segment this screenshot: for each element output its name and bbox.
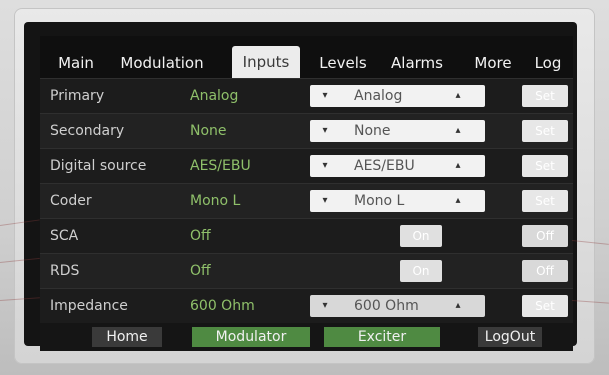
- row-current-value: 600 Ohm: [190, 298, 255, 314]
- sca-off-button[interactable]: Off: [522, 225, 568, 247]
- row-label: Digital source: [50, 158, 147, 174]
- set-button[interactable]: Set: [522, 120, 568, 142]
- row-label: Impedance: [50, 298, 128, 314]
- coder-select[interactable]: ▾ Mono L ▴: [310, 190, 485, 212]
- modulator-button[interactable]: Modulator: [192, 327, 310, 347]
- row-label: Secondary: [50, 123, 125, 139]
- row-current-value: AES/EBU: [190, 158, 251, 174]
- chevron-up-icon[interactable]: ▴: [449, 120, 467, 142]
- logout-button[interactable]: LogOut: [478, 327, 542, 347]
- sca-on-button[interactable]: On: [400, 225, 442, 247]
- secondary-select[interactable]: ▾ None ▴: [310, 120, 485, 142]
- tab-bar: Main Modulation Inputs Levels Alarms Mor…: [40, 36, 573, 78]
- table-row: Primary Analog ▾ Analog ▴ Set: [40, 78, 573, 113]
- primary-select[interactable]: ▾ Analog ▴: [310, 85, 485, 107]
- bottom-bar: Home Modulator Exciter LogOut: [40, 323, 573, 351]
- table-row: Digital source AES/EBU ▾ AES/EBU ▴ Set: [40, 148, 573, 183]
- chevron-up-icon[interactable]: ▴: [449, 155, 467, 177]
- chevron-down-icon[interactable]: ▾: [316, 85, 334, 107]
- digital-source-select[interactable]: ▾ AES/EBU ▴: [310, 155, 485, 177]
- select-value: Analog: [354, 88, 403, 104]
- row-label: RDS: [50, 263, 80, 279]
- touch-screen: Main Modulation Inputs Levels Alarms Mor…: [40, 36, 573, 351]
- row-label: SCA: [50, 228, 79, 244]
- table-row: Coder Mono L ▾ Mono L ▴ Set: [40, 183, 573, 218]
- row-current-value: Mono L: [190, 193, 241, 209]
- tab-alarms[interactable]: Alarms: [384, 48, 450, 78]
- tab-inputs[interactable]: Inputs: [232, 46, 300, 78]
- set-button[interactable]: Set: [522, 155, 568, 177]
- select-value: None: [354, 123, 391, 139]
- select-value: Mono L: [354, 193, 405, 209]
- set-button[interactable]: Set: [522, 190, 568, 212]
- tab-levels[interactable]: Levels: [312, 48, 374, 78]
- row-current-value: None: [190, 123, 227, 139]
- select-value: 600 Ohm: [354, 298, 419, 314]
- select-value: AES/EBU: [354, 158, 415, 174]
- inputs-table: Primary Analog ▾ Analog ▴ Set Secondary …: [40, 78, 573, 323]
- table-row: Secondary None ▾ None ▴ Set: [40, 113, 573, 148]
- table-row: SCA Off On Off: [40, 218, 573, 253]
- tab-log[interactable]: Log: [530, 48, 566, 78]
- rds-on-button[interactable]: On: [400, 260, 442, 282]
- exciter-button[interactable]: Exciter: [324, 327, 440, 347]
- chevron-down-icon[interactable]: ▾: [316, 155, 334, 177]
- set-button[interactable]: Set: [522, 85, 568, 107]
- tab-modulation[interactable]: Modulation: [112, 48, 212, 78]
- set-button[interactable]: Set: [522, 295, 568, 317]
- rds-off-button[interactable]: Off: [522, 260, 568, 282]
- chevron-down-icon[interactable]: ▾: [316, 120, 334, 142]
- chevron-up-icon[interactable]: ▴: [449, 190, 467, 212]
- row-current-value: Analog: [190, 88, 239, 104]
- tab-more[interactable]: More: [468, 48, 518, 78]
- row-current-value: Off: [190, 263, 211, 279]
- row-current-value: Off: [190, 228, 211, 244]
- tab-main[interactable]: Main: [48, 48, 104, 78]
- chevron-up-icon[interactable]: ▴: [449, 295, 467, 317]
- chevron-down-icon[interactable]: ▾: [316, 295, 334, 317]
- chevron-up-icon[interactable]: ▴: [449, 85, 467, 107]
- impedance-select[interactable]: ▾ 600 Ohm ▴: [310, 295, 485, 317]
- row-label: Coder: [50, 193, 92, 209]
- chevron-down-icon[interactable]: ▾: [316, 190, 334, 212]
- table-row: RDS Off On Off: [40, 253, 573, 288]
- row-label: Primary: [50, 88, 105, 104]
- home-button[interactable]: Home: [92, 327, 162, 347]
- table-row: Impedance 600 Ohm ▾ 600 Ohm ▴ Set: [40, 288, 573, 323]
